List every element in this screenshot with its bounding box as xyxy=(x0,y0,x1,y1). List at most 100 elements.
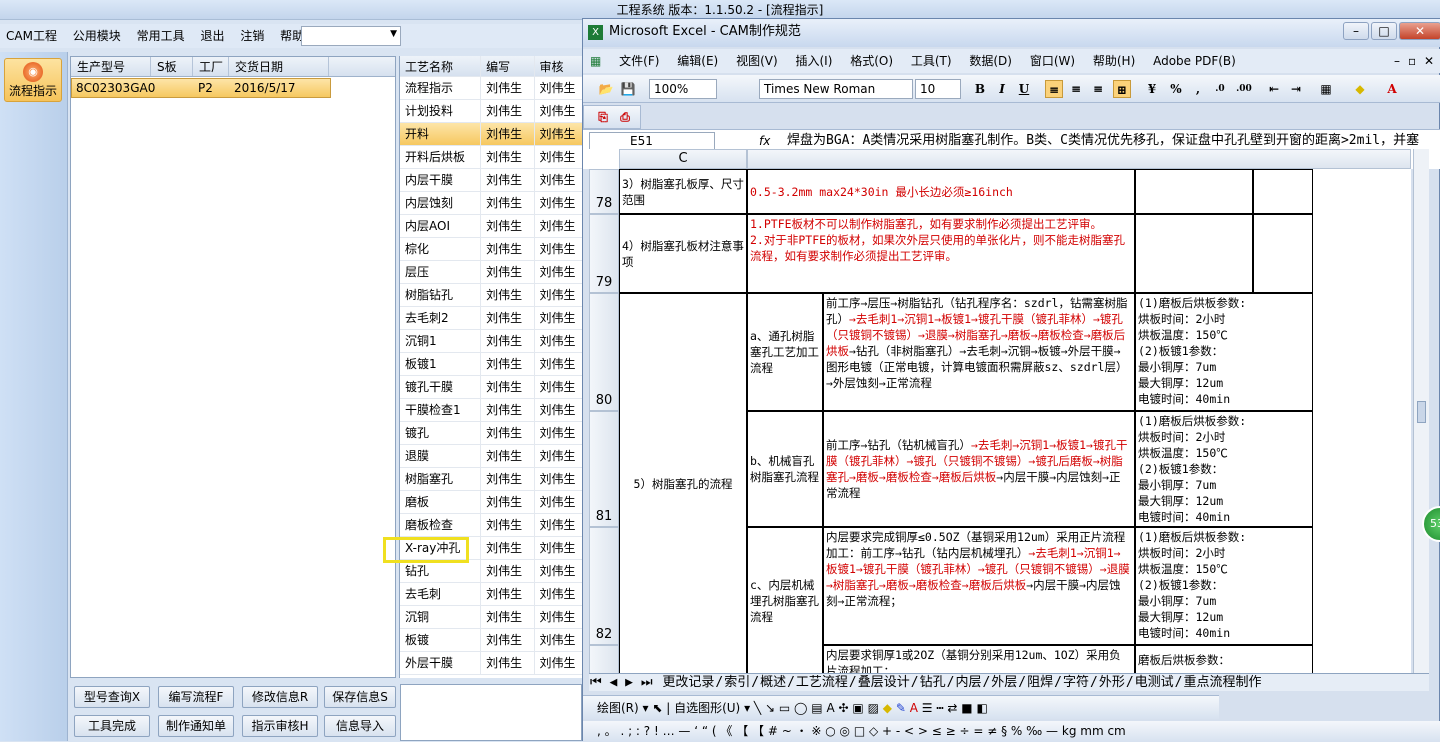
3d-icon[interactable]: ◧ xyxy=(976,701,987,715)
font-size-select[interactable]: 10 xyxy=(915,79,961,99)
col-factory[interactable]: 工厂 xyxy=(193,57,229,76)
cell-f78[interactable] xyxy=(1253,169,1313,214)
bold-icon[interactable]: B xyxy=(971,80,989,98)
column-header-c[interactable]: C xyxy=(619,149,747,169)
fill-icon[interactable]: ◆ xyxy=(883,701,892,715)
font-color-icon[interactable]: A xyxy=(1383,80,1401,98)
menu-exit[interactable]: 退出 xyxy=(194,24,230,48)
cell-e79[interactable] xyxy=(1135,214,1253,293)
line-style-icon[interactable]: ☰ xyxy=(922,701,933,715)
doc-close-icon[interactable]: ✕ xyxy=(1417,49,1440,73)
col-process-name[interactable]: 工艺名称 xyxy=(400,56,482,76)
select-arrow-icon[interactable]: ⬉ xyxy=(652,701,662,715)
table-row[interactable]: 内层AOI 刘伟生 刘伟生 xyxy=(400,215,584,238)
tab-inner-layer[interactable]: 内层 xyxy=(954,674,982,691)
cell-f83[interactable]: 磨板后烘板参数： xyxy=(1135,645,1313,675)
wordart-icon[interactable]: A xyxy=(826,701,834,715)
make-notice-button[interactable]: 制作通知单 xyxy=(158,715,234,737)
table-row[interactable]: 内层干膜 刘伟生 刘伟生 xyxy=(400,169,584,192)
tab-nav-icon[interactable]: ⏮ ◀ ▶ ⏭ xyxy=(589,674,654,691)
menu-public[interactable]: 公用模块 xyxy=(67,24,127,48)
save-icon[interactable]: 💾 xyxy=(619,80,637,98)
menu-window[interactable]: 窗口(W) xyxy=(1023,49,1082,73)
menu-tools[interactable]: 常用工具 xyxy=(131,24,191,48)
column-header-rest[interactable] xyxy=(747,149,1411,169)
row-header-78[interactable]: 78 xyxy=(589,169,619,214)
tool-complete-button[interactable]: 工具完成 xyxy=(74,715,150,737)
menu-view[interactable]: 视图(V) xyxy=(729,49,785,73)
col-delivery-date[interactable]: 交货日期 xyxy=(229,57,329,76)
cell-f80[interactable]: (1)磨板后烘板参数: 烘板时间：2小时 烘板温度：150℃ (2)板镀1参数：… xyxy=(1135,293,1313,411)
textbox-icon[interactable]: ▤ xyxy=(811,701,822,715)
fx-icon[interactable]: fx xyxy=(759,134,770,148)
cell-d80[interactable]: a、通孔树脂塞孔工艺加工流程 xyxy=(747,293,823,411)
tab-outline[interactable]: 外形 xyxy=(1098,674,1126,691)
italic-icon[interactable]: I xyxy=(993,80,1011,98)
tab-drilling[interactable]: 钻孔 xyxy=(919,674,947,691)
cell-d78[interactable]: 0.5-3.2mm max24*30in 最小长边必须≥16inch xyxy=(747,169,1135,214)
review-button[interactable]: 指示审核H xyxy=(242,715,318,737)
menu-adobe-pdf[interactable]: Adobe PDF(B) xyxy=(1146,49,1243,73)
open-icon[interactable]: 📂 xyxy=(597,80,615,98)
menu-insert[interactable]: 插入(I) xyxy=(788,49,839,73)
diagram-icon[interactable]: ✣ xyxy=(839,701,849,715)
font-select[interactable]: Times New Roman xyxy=(759,79,913,99)
table-row[interactable]: 计划投料 刘伟生 刘伟生 xyxy=(400,100,584,123)
edit-flow-button[interactable]: 编写流程F xyxy=(158,686,234,708)
table-row[interactable]: 去毛刺2 刘伟生 刘伟生 xyxy=(400,307,584,330)
tab-outer-layer[interactable]: 外层 xyxy=(990,674,1018,691)
menu-cam[interactable]: CAM工程 xyxy=(0,24,63,48)
zoom-select[interactable]: 100% xyxy=(649,79,717,99)
increase-decimal-icon[interactable]: .0 xyxy=(1211,80,1229,98)
row-header-80[interactable]: 80 xyxy=(589,293,619,411)
oval-icon[interactable]: ◯ xyxy=(794,701,807,715)
table-row[interactable]: 镀孔 刘伟生 刘伟生 xyxy=(400,422,584,445)
align-center-icon[interactable]: ≡ xyxy=(1067,80,1085,98)
table-row[interactable]: 板镀1 刘伟生 刘伟生 xyxy=(400,353,584,376)
tab-overview[interactable]: 概述 xyxy=(759,674,787,691)
table-row[interactable]: 镀孔干膜 刘伟生 刘伟生 xyxy=(400,376,584,399)
table-row[interactable]: 流程指示 刘伟生 刘伟生 xyxy=(400,77,584,100)
tab-key-process[interactable]: 重点流程制作 xyxy=(1183,674,1263,691)
cell-e83[interactable]: 内层要求铜厚1或2OZ（基铜分别采用12um、1OZ）采用负片流程加工： xyxy=(823,645,1135,675)
table-row[interactable]: 沉铜1 刘伟生 刘伟生 xyxy=(400,330,584,353)
table-row[interactable]: 树脂钻孔 刘伟生 刘伟生 xyxy=(400,284,584,307)
table-row[interactable]: 内层蚀刻 刘伟生 刘伟生 xyxy=(400,192,584,215)
cell-f81[interactable]: (1)磨板后烘板参数: 烘板时间：2小时 烘板温度：150℃ (2)板镀1参数：… xyxy=(1135,411,1313,527)
table-row[interactable]: 沉铜 刘伟生 刘伟生 xyxy=(400,606,584,629)
tab-stackup[interactable]: 叠层设计 xyxy=(857,674,911,691)
table-row[interactable]: 去毛刺 刘伟生 刘伟生 xyxy=(400,583,584,606)
pdf-icon[interactable]: ⎘ xyxy=(594,108,612,126)
row-header-81[interactable]: 81 xyxy=(589,411,619,527)
cell-c80-group[interactable]: 5）树脂塞孔的流程 xyxy=(619,293,747,675)
table-row[interactable]: 开料后烘板 刘伟生 刘伟生 xyxy=(400,146,584,169)
menu-logout[interactable]: 注销 xyxy=(234,24,270,48)
outdent-icon[interactable]: ⇤ xyxy=(1265,80,1283,98)
cell-c78[interactable]: 3）树脂塞孔板厚、尺寸范围 xyxy=(619,169,747,214)
table-row[interactable]: 磨板检查 刘伟生 刘伟生 xyxy=(400,514,584,537)
table-row[interactable]: 8C02303GA0 P2 2016/5/17 xyxy=(71,78,331,98)
toolbar-combo[interactable]: ▼ xyxy=(301,26,401,46)
currency-icon[interactable]: ¥ xyxy=(1143,80,1161,98)
cell-e80[interactable]: 前工序→层压→树脂钻孔（钻孔程序名：szdrl，钻需塞树脂孔）→去毛刺1→沉铜1… xyxy=(823,293,1135,411)
fill-color-icon[interactable]: ◆ xyxy=(1351,80,1369,98)
menu-data[interactable]: 数据(D) xyxy=(962,49,1019,73)
line-color-icon[interactable]: ✎ xyxy=(896,701,906,715)
cell-e81[interactable]: 前工序→钻孔（钻机械盲孔）→去毛刺→沉铜1→板镀1→镀孔干膜（镀孔菲林）→镀孔（… xyxy=(823,411,1135,527)
autoshapes-menu[interactable]: 自选图形(U) xyxy=(674,701,740,715)
menu-tools[interactable]: 工具(T) xyxy=(904,49,959,73)
table-row[interactable]: 钻孔 刘伟生 刘伟生 xyxy=(400,560,584,583)
shadow-icon[interactable]: ■ xyxy=(961,701,972,715)
arrow-icon[interactable]: ↘ xyxy=(765,701,775,715)
minimize-icon[interactable]: – xyxy=(1343,22,1369,40)
line-icon[interactable]: ╲ xyxy=(754,701,761,715)
cell-f82[interactable]: (1)磨板后烘板参数: 烘板时间：2小时 烘板温度：150℃ (2)板镀1参数：… xyxy=(1135,527,1313,645)
arrow-style-icon[interactable]: ⇄ xyxy=(947,701,957,715)
save-info-button[interactable]: 保存信息S xyxy=(324,686,396,708)
text-color-icon[interactable]: A xyxy=(910,701,918,715)
tab-change-log[interactable]: 更改记录 xyxy=(661,674,715,691)
cell-e82[interactable]: 内层要求完成铜厚≤0.5OZ（基铜采用12um）采用正片流程加工：前工序→钻孔（… xyxy=(823,527,1135,645)
row-header-83[interactable] xyxy=(589,645,619,675)
table-row[interactable]: 外层干膜 刘伟生 刘伟生 xyxy=(400,652,584,675)
col-author[interactable]: 编写 xyxy=(481,56,535,76)
